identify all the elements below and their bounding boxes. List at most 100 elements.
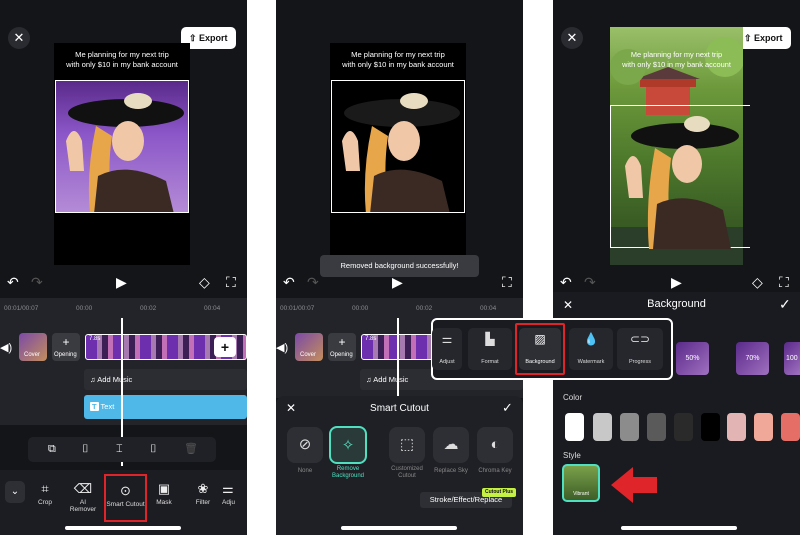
- option-replace-sky[interactable]: ☁: [433, 427, 469, 463]
- cutout-subject-frame[interactable]: [610, 105, 750, 249]
- undo-icon[interactable]: ↶: [283, 275, 295, 289]
- playhead[interactable]: [397, 318, 399, 398]
- delete-icon[interactable]: 🗑: [184, 442, 198, 456]
- chevron-down-icon[interactable]: ⌄: [5, 481, 25, 503]
- color-swatch[interactable]: [701, 413, 720, 441]
- ruler-tick: 00:02: [416, 305, 433, 312]
- export-label: Export: [754, 33, 783, 43]
- editor-panel-smart-cutout: Me planning for my next trip with only $…: [276, 0, 523, 535]
- progress-toggle-icon: ⊂⊃: [629, 332, 651, 346]
- option-customized-cutout[interactable]: ⬚: [389, 427, 425, 463]
- confirm-icon[interactable]: ✓: [779, 296, 791, 313]
- color-swatch[interactable]: [674, 413, 693, 441]
- ruler-tick: 00:00: [76, 305, 93, 312]
- format-icon: ▙: [485, 332, 495, 346]
- option-chroma-key[interactable]: ◐: [477, 427, 513, 463]
- video-preview-with-background[interactable]: Me planning for my next trip with only $…: [610, 27, 750, 265]
- color-swatch[interactable]: [781, 413, 800, 441]
- color-swatch[interactable]: [754, 413, 773, 441]
- popup-item-label: Progress: [628, 359, 651, 365]
- video-preview[interactable]: Me planning for my next trip with only $…: [330, 43, 466, 265]
- color-swatch[interactable]: [565, 413, 584, 441]
- ruler-tick: 00:02: [140, 305, 157, 312]
- undo-icon[interactable]: ↶: [7, 275, 19, 289]
- add-music-track[interactable]: ♫ Add Music: [84, 369, 247, 390]
- caption-line1: Me planning for my next trip: [75, 50, 169, 59]
- play-icon[interactable]: ▶: [392, 275, 403, 289]
- fullscreen-icon[interactable]: ⛶: [502, 275, 512, 289]
- tools-popup: ⚌ Adjust ▙ Format ▨ Background 💧 Watermark ⊂…: [431, 318, 673, 380]
- close-button[interactable]: ✕: [8, 27, 30, 49]
- tool-crop[interactable]: ⌗ Crop: [28, 481, 62, 506]
- ai-magic-icon: ✧: [341, 437, 355, 454]
- option-label: Customized Cutout: [391, 466, 423, 479]
- tool-adjust[interactable]: ⚌ Adju: [222, 481, 247, 506]
- editor-panel-background: ✕ ⇧ Export Me planning for my next trip …: [553, 0, 800, 535]
- tool-ai-remover[interactable]: ⌫ AI Remover: [66, 481, 100, 513]
- color-swatch[interactable]: [727, 413, 746, 441]
- keyframe-icon[interactable]: ◇: [752, 275, 763, 289]
- crop-icon: ⌗: [41, 481, 49, 496]
- color-swatch[interactable]: [593, 413, 612, 441]
- close-button[interactable]: ✕: [561, 27, 583, 49]
- text-track-label: Text: [100, 402, 115, 411]
- home-indicator: [341, 526, 457, 530]
- text-track[interactable]: T Text: [84, 395, 247, 419]
- tool-label: Crop: [37, 499, 53, 506]
- opening-label: Opening: [54, 352, 77, 358]
- blur-option[interactable]: 50%: [676, 342, 709, 375]
- video-preview[interactable]: Me planning for my next trip with only $…: [54, 43, 190, 265]
- split-icon[interactable]: ⌶: [116, 442, 123, 456]
- redo-icon[interactable]: ↷: [31, 275, 43, 289]
- singer-figure-icon: [66, 93, 184, 212]
- undo-icon[interactable]: ↶: [560, 275, 572, 289]
- popup-item-progress[interactable]: ⊂⊃ Progress: [617, 328, 663, 370]
- timecode: 00:01/00:07: [4, 305, 39, 312]
- tool-filter[interactable]: ❀ Filter: [186, 481, 220, 506]
- popup-item-background[interactable]: ▨ Background: [519, 328, 561, 370]
- play-icon[interactable]: ▶: [671, 275, 682, 289]
- option-none[interactable]: ⊘: [287, 427, 323, 463]
- option-label: Chroma Key: [478, 468, 512, 474]
- tool-label: Smart Cutout: [106, 501, 145, 508]
- volume-icon[interactable]: ◀): [276, 341, 288, 355]
- option-label: Replace Sky: [434, 468, 468, 474]
- popup-item-format[interactable]: ▙ Format: [468, 328, 512, 370]
- redo-icon[interactable]: ↷: [584, 275, 596, 289]
- add-music-label: Add Music: [373, 375, 409, 384]
- home-indicator: [621, 526, 737, 530]
- popup-item-watermark[interactable]: 💧 Watermark: [569, 328, 613, 370]
- popup-item-label: Background: [525, 359, 555, 365]
- keyframe-icon[interactable]: ◇: [199, 275, 210, 289]
- adjust-icon: ⚌: [441, 332, 453, 346]
- export-button[interactable]: ⇧ Export: [736, 27, 791, 49]
- play-icon[interactable]: ▶: [116, 275, 127, 289]
- option-remove-background[interactable]: ✧: [329, 426, 367, 464]
- home-indicator: [65, 526, 181, 530]
- trim-right-icon[interactable]: ⌷: [150, 442, 157, 456]
- mask-icon: ▣: [157, 481, 171, 496]
- blur-option[interactable]: 70%: [736, 342, 769, 375]
- volume-icon[interactable]: ◀): [0, 341, 12, 355]
- fullscreen-icon[interactable]: ⛶: [779, 275, 789, 289]
- tool-mask[interactable]: ▣ Mask: [147, 481, 181, 506]
- timecode: 00:01/00:07: [280, 305, 315, 312]
- trim-left-icon[interactable]: ⌷: [82, 442, 89, 456]
- confirm-icon[interactable]: ✓: [502, 400, 513, 416]
- popup-item-label: Adjust: [439, 359, 455, 365]
- fullscreen-icon[interactable]: ⛶: [226, 275, 236, 289]
- sheet-title: Background: [647, 298, 706, 310]
- color-swatch[interactable]: [647, 413, 666, 441]
- redo-icon[interactable]: ↷: [307, 275, 319, 289]
- add-clip-button[interactable]: +: [214, 337, 236, 357]
- caption-line1: Me planning for my next trip: [351, 50, 445, 59]
- style-thumb-garden[interactable]: Vibrant: [562, 464, 600, 502]
- color-swatch[interactable]: [620, 413, 639, 441]
- blur-option[interactable]: 100: [784, 342, 800, 375]
- copy-icon[interactable]: ⧉: [48, 442, 56, 456]
- tool-smart-cutout[interactable]: ⊙ Smart Cutout: [104, 474, 147, 522]
- popup-item-adjust[interactable]: ⚌ Adjust: [432, 328, 462, 370]
- red-arrow-icon: [611, 465, 657, 510]
- color-label: Color: [563, 393, 583, 402]
- ruler-tick: 00:04: [204, 305, 221, 312]
